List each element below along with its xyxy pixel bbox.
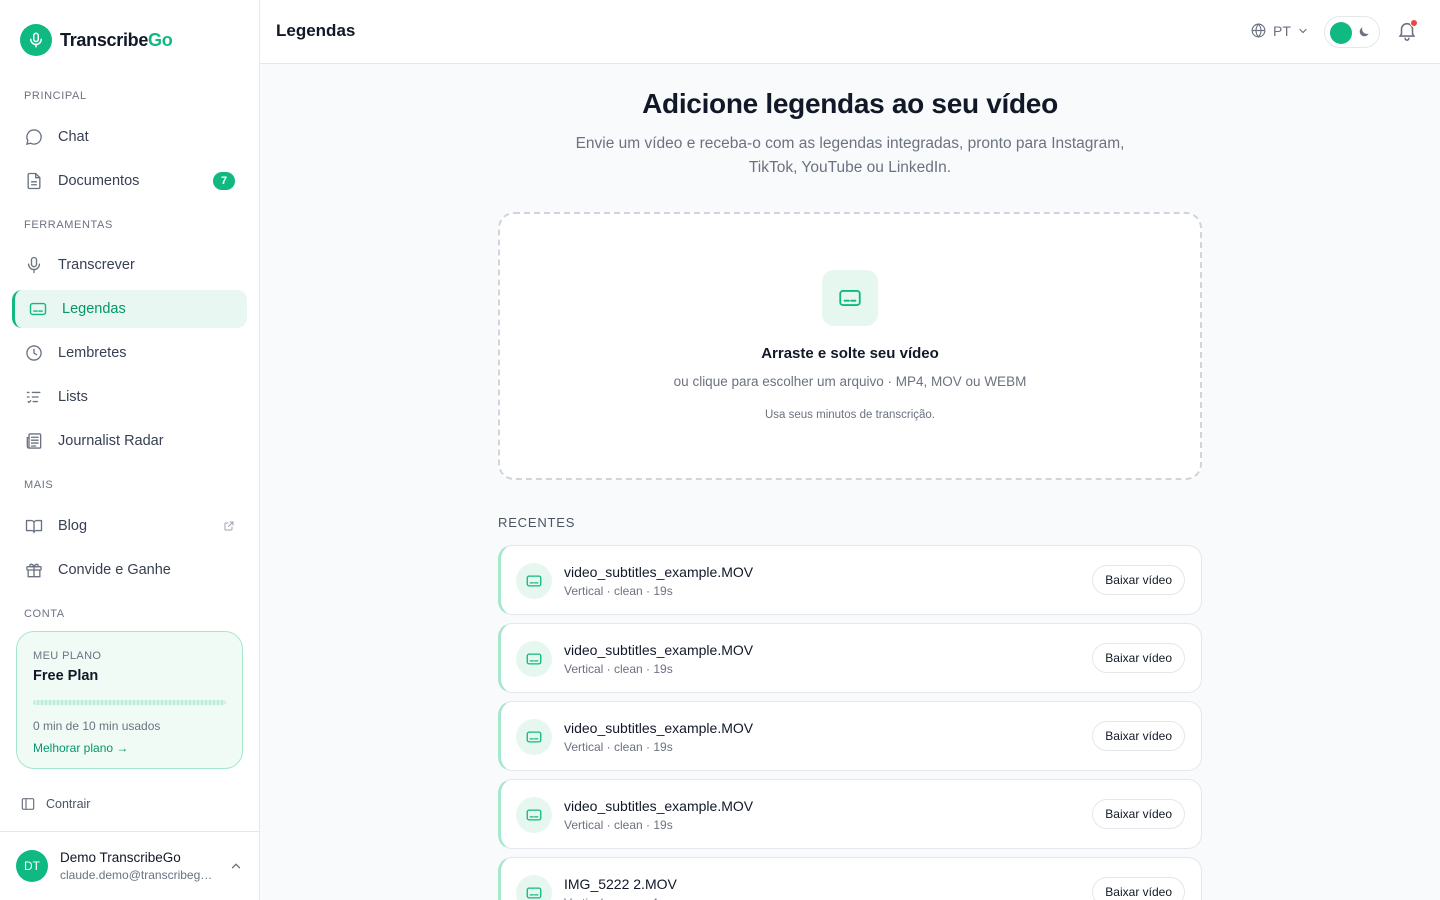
hero-subtitle: Envie um vídeo e receba-o com as legenda… [575, 135, 1125, 176]
download-video-button[interactable]: Baixar vídeo [1092, 643, 1185, 673]
video-subtitles-icon [516, 641, 552, 677]
sidebar-item-documentos[interactable]: Documentos 7 [12, 162, 247, 200]
video-meta: Vertical · neon · 4s [564, 896, 664, 900]
collapse-sidebar-button[interactable]: Contrair [20, 796, 90, 812]
recent-video-row[interactable]: video_subtitles_example.MOV Vertical · cl… [498, 701, 1202, 771]
avatar: DT [16, 850, 48, 882]
section-label-conta: CONTA [24, 608, 65, 620]
video-meta: Vertical · clean · 19s [564, 740, 673, 754]
gift-icon [26, 563, 42, 578]
video-subtitles-icon [516, 719, 552, 755]
sidebar-item-lembretes[interactable]: Lembretes [12, 334, 247, 372]
sidebar-item-label: Chat [58, 129, 89, 145]
download-video-button[interactable]: Baixar vídeo [1092, 721, 1185, 751]
video-subtitles-icon [516, 563, 552, 599]
newspaper-icon [26, 433, 42, 449]
documents-count-badge: 7 [213, 172, 235, 190]
chat-bubble-icon [25, 129, 42, 146]
language-code: PT [1273, 22, 1291, 39]
dropzone-title: Arraste e solte seu vídeo [761, 345, 939, 362]
notification-dot [1410, 19, 1418, 27]
checklist-icon [26, 391, 41, 404]
video-meta: Vertical · clean · 19s [564, 818, 673, 832]
recent-section-label: RECENTES [498, 515, 576, 530]
plan-usage-text: 0 min de 10 min usados [33, 719, 161, 733]
plan-card: MEU PLANO Free Plan 0 min de 10 min usad… [16, 631, 243, 769]
sidebar-item-label: Convide e Ganhe [58, 562, 171, 578]
download-video-button[interactable]: Baixar vídeo [1092, 565, 1185, 595]
language-selector[interactable]: PT [1250, 22, 1309, 39]
sidebar-item-lists[interactable]: Lists [12, 378, 247, 416]
video-file-name: IMG_5222 2.MOV [564, 876, 677, 892]
sidebar-item-label: Transcrever [58, 257, 135, 273]
sidebar-item-label: Lembretes [58, 345, 127, 361]
hero-title: Adicione legendas ao seu vídeo [642, 88, 1058, 119]
section-label-mais: MAIS [24, 479, 54, 491]
moon-icon [1359, 27, 1369, 37]
sidebar-item-chat[interactable]: Chat [12, 118, 247, 156]
sidebar-item-journalist-radar[interactable]: Journalist Radar [12, 422, 247, 460]
recent-video-row[interactable]: IMG_5222 2.MOV Vertical · neon · 4s Baixar… [498, 857, 1202, 900]
subtitles-icon [29, 302, 47, 316]
video-meta: Vertical · clean · 19s [564, 584, 673, 598]
plan-label: MEU PLANO [33, 650, 102, 662]
sidebar-item-label: Legendas [62, 301, 126, 317]
video-file-name: video_subtitles_example.MOV [564, 798, 754, 814]
download-video-button[interactable]: Baixar vídeo [1092, 877, 1185, 900]
logo[interactable]: TranscribeGo [20, 24, 173, 56]
section-label-ferramentas: FERRAMENTAS [24, 219, 113, 231]
page-title: Legendas [276, 21, 356, 40]
sidebar-item-label: Lists [58, 389, 88, 405]
video-file-name: video_subtitles_example.MOV [564, 642, 754, 658]
recent-video-row[interactable]: video_subtitles_example.MOV Vertical · cl… [498, 779, 1202, 849]
sidebar-item-legendas[interactable]: Legendas [12, 290, 247, 328]
dropzone-subtitles-icon [822, 270, 878, 326]
upgrade-plan-link[interactable]: Melhorar plano → [33, 741, 128, 755]
recent-video-row[interactable]: video_subtitles_example.MOV Vertical · cl… [498, 545, 1202, 615]
chevron-up-icon[interactable] [229, 859, 243, 873]
dropzone-note: Usa seus minutos de transcrição. [764, 409, 936, 421]
chevron-down-icon [1299, 28, 1307, 33]
user-menu[interactable]: DT Demo TranscribeGo claude.demo@transcr… [0, 831, 259, 900]
recent-video-row[interactable]: video_subtitles_example.MOV Vertical · cl… [498, 623, 1202, 693]
top-header: Legendas PT [260, 0, 1440, 64]
open-book-icon [25, 519, 43, 534]
sidebar-item-blog[interactable]: Blog [12, 507, 247, 545]
sidebar-item-convide[interactable]: Convide e Ganhe [12, 551, 247, 589]
video-file-name: video_subtitles_example.MOV [564, 720, 754, 736]
sidebar-item-transcrever[interactable]: Transcrever [12, 246, 247, 284]
video-subtitles-icon [516, 875, 552, 900]
dropzone-subtitle: ou clique para escolher um arquivo · MP4… [673, 374, 1027, 389]
theme-toggle[interactable] [1324, 16, 1380, 48]
sidebar: TranscribeGo PRINCIPAL Chat Documentos 7… [0, 0, 260, 900]
video-dropzone[interactable]: Arraste e solte seu vídeo ou clique para… [498, 212, 1202, 480]
microphone-icon [27, 256, 41, 274]
plan-usage-bar [33, 700, 226, 705]
collapse-label: Contrair [46, 797, 91, 811]
video-file-name: video_subtitles_example.MOV [564, 564, 754, 580]
logo-mic-icon [20, 24, 52, 56]
video-meta: Vertical · clean · 19s [564, 662, 673, 676]
user-name: Demo TranscribeGo [60, 850, 181, 865]
plan-name: Free Plan [33, 668, 99, 684]
section-label-principal: PRINCIPAL [24, 90, 87, 102]
theme-knob [1330, 22, 1352, 44]
user-info: Demo TranscribeGo claude.demo@transcribe… [60, 850, 217, 882]
download-video-button[interactable]: Baixar vídeo [1092, 799, 1185, 829]
external-link-icon [224, 521, 234, 531]
logo-text: TranscribeGo [60, 29, 173, 50]
document-icon [27, 172, 41, 190]
globe-icon [1251, 23, 1266, 38]
sidebar-item-label: Journalist Radar [58, 433, 164, 449]
sidebar-panel-icon [21, 798, 35, 810]
sidebar-item-label: Blog [58, 518, 88, 534]
user-email: claude.demo@transcribego.com [60, 868, 217, 882]
sidebar-item-label: Documentos [58, 173, 140, 189]
video-subtitles-icon [516, 797, 552, 833]
clock-icon [26, 345, 42, 361]
